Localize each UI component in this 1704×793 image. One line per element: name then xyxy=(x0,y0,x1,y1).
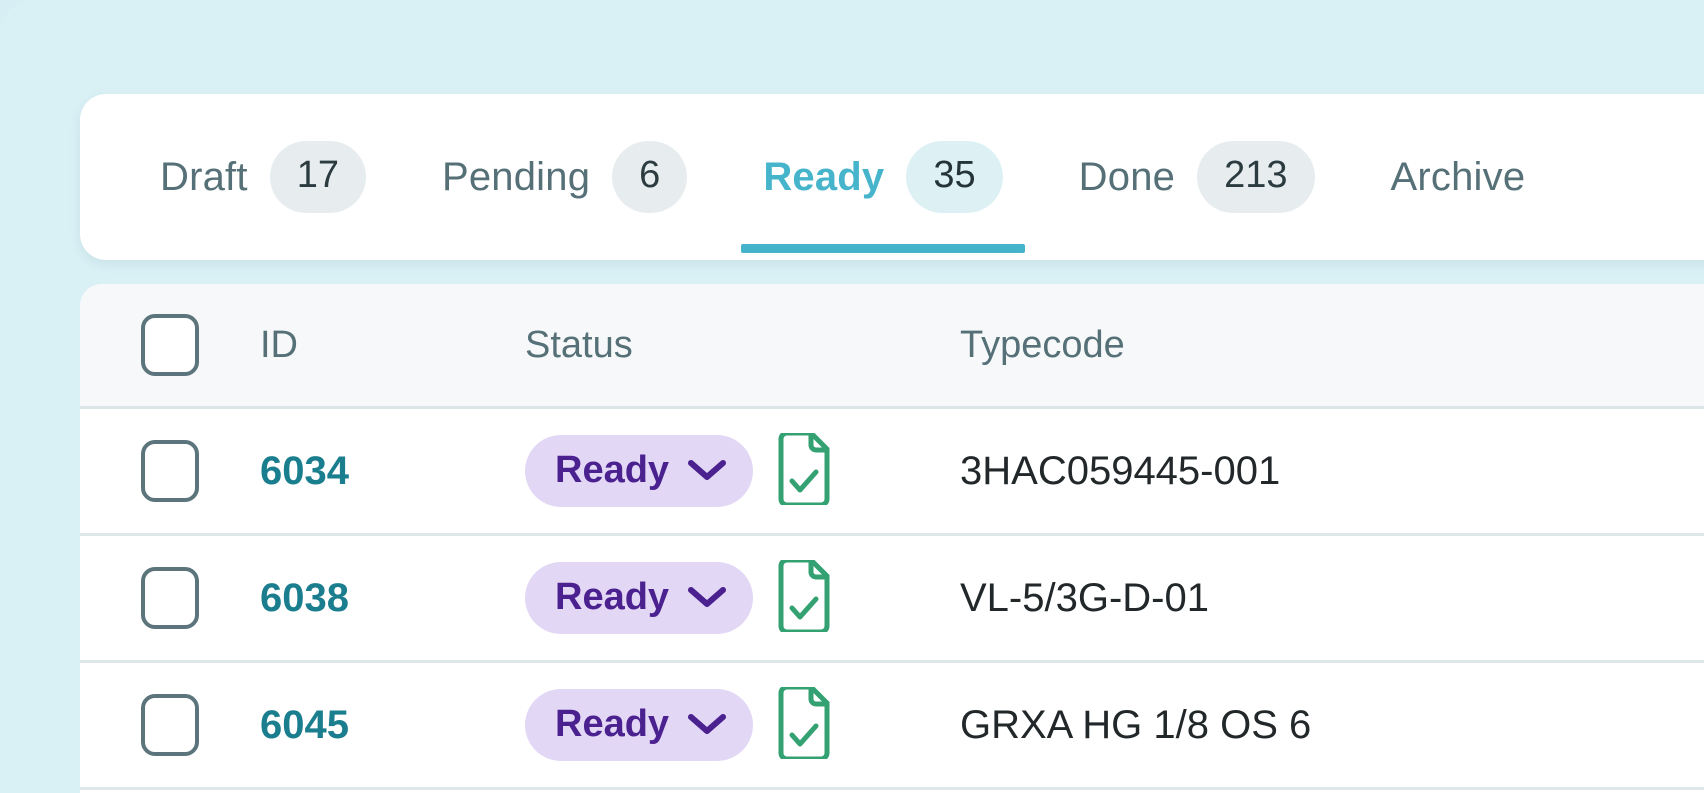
tab-draft-count: 17 xyxy=(269,141,366,213)
row-select-checkbox[interactable] xyxy=(141,440,199,502)
row-typecode-cell: VL-5/3G-D-01 xyxy=(960,578,1704,618)
document-check-icon[interactable] xyxy=(775,557,833,637)
row-status-cell: Ready xyxy=(525,562,775,634)
row-status-cell: Ready xyxy=(525,435,775,507)
row-id-cell: 6034 xyxy=(260,451,525,491)
row-id-link[interactable]: 6034 xyxy=(260,449,349,493)
row-typecode-value: GRXA HG 1/8 OS 6 xyxy=(960,703,1312,747)
column-header-status[interactable]: Status xyxy=(525,326,775,364)
tab-ready-underline xyxy=(741,244,1025,253)
tab-archive[interactable]: Archive xyxy=(1353,94,1564,260)
status-label: Ready xyxy=(555,576,670,618)
row-select-cell xyxy=(80,440,260,502)
row-typecode-cell: GRXA HG 1/8 OS 6 xyxy=(960,705,1704,745)
row-typecode-cell: 3HAC059445-001 xyxy=(960,451,1704,491)
row-id-link[interactable]: 6038 xyxy=(260,576,349,620)
tab-ready-count: 35 xyxy=(906,141,1003,213)
row-id-cell: 6045 xyxy=(260,705,525,745)
select-all-checkbox[interactable] xyxy=(141,314,199,376)
document-check-icon[interactable] xyxy=(775,430,833,510)
tab-done-label: Done xyxy=(1078,155,1176,199)
status-dropdown[interactable]: Ready xyxy=(525,689,754,761)
table-header-row: ID Status Typecode xyxy=(80,284,1704,409)
tab-pending[interactable]: Pending 6 xyxy=(404,94,725,260)
row-id-link[interactable]: 6045 xyxy=(260,703,349,747)
column-header-typecode-label: Typecode xyxy=(960,324,1125,366)
row-document-cell xyxy=(775,430,960,510)
row-status-cell: Ready xyxy=(525,689,775,761)
tab-ready-label: Ready xyxy=(763,155,885,199)
table-row[interactable]: 6038 Ready VL-5/3G-D-01 xyxy=(80,536,1704,663)
row-select-cell xyxy=(80,567,260,629)
status-label: Ready xyxy=(555,703,670,745)
tab-ready[interactable]: Ready 35 xyxy=(725,94,1040,260)
column-header-id-label: ID xyxy=(260,324,298,366)
status-label: Ready xyxy=(555,449,670,491)
chevron-down-icon xyxy=(687,705,727,743)
status-tab-strip: Draft 17 Pending 6 Ready 35 Done 213 Arc xyxy=(80,94,1563,260)
row-typecode-value: 3HAC059445-001 xyxy=(960,449,1281,493)
table-row[interactable]: 6045 Ready GRXA HG 1/8 OS 6 xyxy=(80,663,1704,790)
tab-done[interactable]: Done 213 xyxy=(1041,94,1353,260)
row-select-checkbox[interactable] xyxy=(141,567,199,629)
tab-archive-label: Archive xyxy=(1390,155,1526,199)
tab-pending-label: Pending xyxy=(441,155,591,199)
column-header-status-label: Status xyxy=(525,324,633,366)
status-dropdown[interactable]: Ready xyxy=(525,435,754,507)
column-header-typecode[interactable]: Typecode xyxy=(960,326,1704,364)
chevron-down-icon xyxy=(687,451,727,489)
row-document-cell xyxy=(775,684,960,764)
row-id-cell: 6038 xyxy=(260,578,525,618)
tab-pending-count: 6 xyxy=(612,141,688,213)
records-table: ID Status Typecode 6034 Ready 3HAC059445… xyxy=(80,284,1704,793)
column-header-id[interactable]: ID xyxy=(260,326,525,364)
tab-bar-card: Draft 17 Pending 6 Ready 35 Done 213 Arc xyxy=(80,94,1704,260)
row-select-checkbox[interactable] xyxy=(141,694,199,756)
document-check-icon[interactable] xyxy=(775,684,833,764)
page-surface: Draft 17 Pending 6 Ready 35 Done 213 Arc xyxy=(0,0,1704,793)
chevron-down-icon xyxy=(687,578,727,616)
row-document-cell xyxy=(775,557,960,637)
tab-draft[interactable]: Draft 17 xyxy=(122,94,404,260)
select-all-cell xyxy=(80,314,260,376)
row-select-cell xyxy=(80,694,260,756)
tab-draft-label: Draft xyxy=(160,155,248,199)
row-typecode-value: VL-5/3G-D-01 xyxy=(960,576,1209,620)
tab-done-count: 213 xyxy=(1197,141,1315,213)
status-dropdown[interactable]: Ready xyxy=(525,562,754,634)
table-row[interactable]: 6034 Ready 3HAC059445-001 xyxy=(80,409,1704,536)
